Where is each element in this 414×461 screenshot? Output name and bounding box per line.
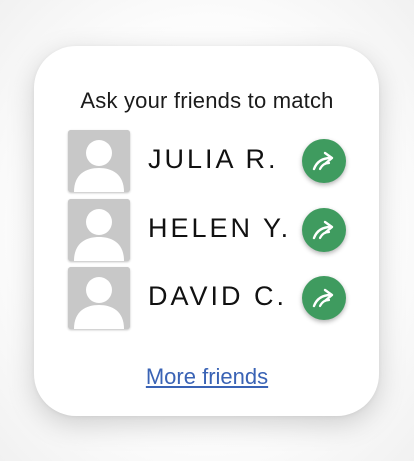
person-placeholder-icon [68,130,130,192]
screen: Ask your friends to match JULIA R. HELEN… [0,0,414,461]
avatar [68,267,130,329]
share-button[interactable] [302,276,346,320]
person-placeholder-icon [68,267,130,329]
share-arrow-icon [312,220,334,240]
card-title: Ask your friends to match [80,88,334,113]
friend-row: DAVID C. [68,267,350,331]
avatar [68,130,130,192]
friend-row: JULIA R. [68,130,350,194]
avatar [68,199,130,261]
more-friends-link[interactable]: More friends [0,364,414,390]
share-button[interactable] [302,139,346,183]
person-placeholder-icon [68,199,130,261]
friend-name: JULIA R. [148,144,279,174]
friend-name: HELEN Y. [148,213,292,243]
friend-name: DAVID C. [148,281,288,311]
friend-row: HELEN Y. [68,199,350,263]
share-arrow-icon [312,288,334,308]
share-button[interactable] [302,208,346,252]
share-arrow-icon [312,151,334,171]
